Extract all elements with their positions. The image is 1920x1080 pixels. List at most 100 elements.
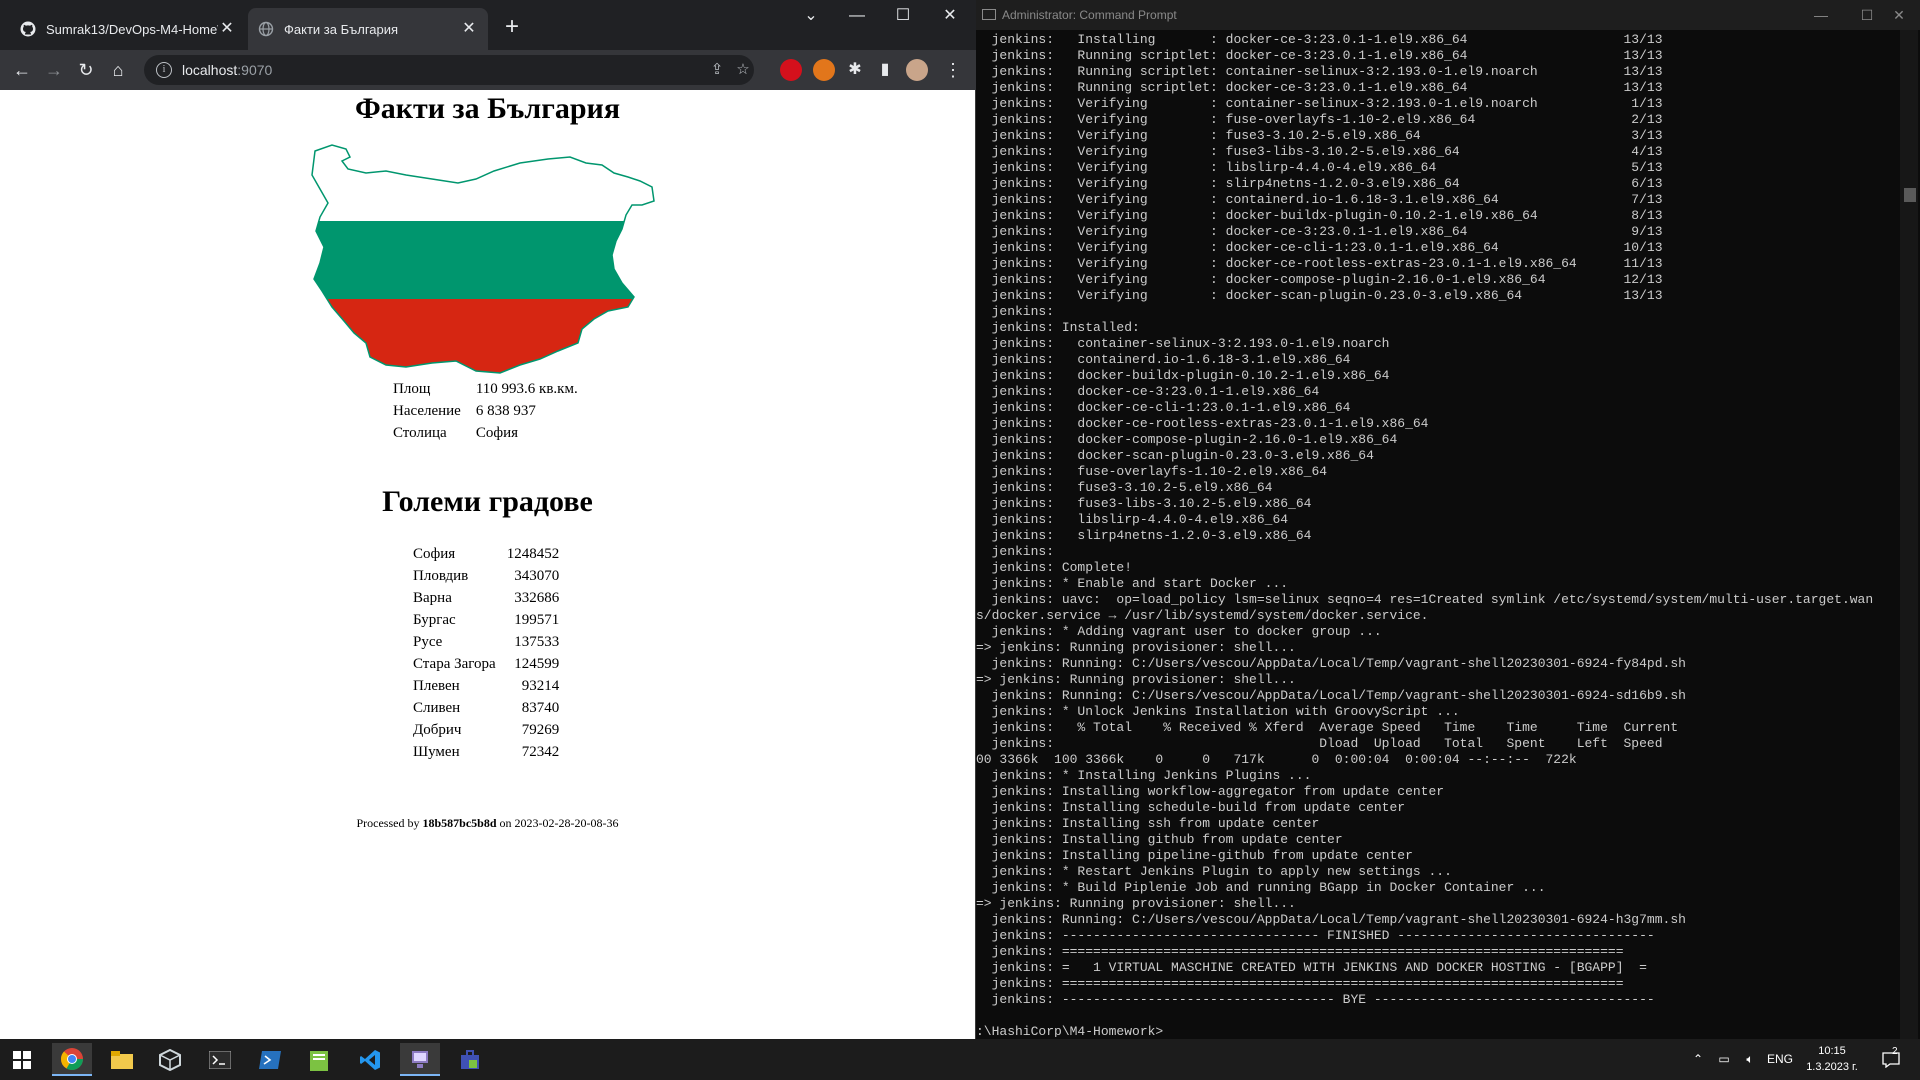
scrollbar-thumb[interactable] [1904,188,1916,202]
language-indicator[interactable]: ENG [1762,1039,1798,1080]
new-tab-button[interactable]: + [498,14,526,42]
tab-github[interactable]: Sumrak13/DevOps-M4-HomeWo ✕ [10,8,246,50]
terminal-icon [982,9,996,20]
console-output[interactable]: jenkins: Installing : docker-ce-3:23.0.1… [976,32,1896,1037]
network-app-icon[interactable] [400,1043,440,1076]
start-icon[interactable] [2,1043,42,1076]
fact-label: Столица [393,425,447,441]
console-line: jenkins: fuse3-3.10.2-5.el9.x86_64 [976,480,1273,495]
console-line: jenkins: Verifying : docker-ce-rootless-… [976,256,1663,271]
extensions-puzzle-icon[interactable]: ✱ [842,57,868,83]
extension-red-icon[interactable] [780,59,802,81]
notification-icon[interactable]: 2 [1876,1039,1906,1080]
tab-search-icon[interactable]: ⌄ [788,0,834,32]
console-line: jenkins: Running: C:/Users/vescou/AppDat… [976,912,1686,927]
table-row: Варна 332686 [410,587,562,609]
console-line: jenkins: Installed: [976,320,1140,335]
table-row: София 1248452 [410,543,562,565]
table-row: Русе 137533 [410,631,562,653]
vscode-icon[interactable] [350,1043,390,1076]
share-icon[interactable]: ⇪ [704,55,730,85]
footer-host: 18b587bc5b8d [422,816,497,830]
site-info-icon[interactable]: i [156,62,172,78]
store-app-icon[interactable] [450,1043,490,1076]
console-line: jenkins: docker-scan-plugin-0.23.0-3.el9… [976,448,1374,463]
fact-label: Площ [393,381,431,397]
console-line: jenkins: fuse-overlayfs-1.10-2.el9.x86_6… [976,464,1328,479]
console-line: jenkins: Running scriptlet: container-se… [976,64,1663,79]
city-name: Русе [413,634,443,650]
clock[interactable]: 10:15 1.3.2023 г. [1800,1043,1864,1075]
city-population: 199571 [514,612,560,628]
file-explorer-icon[interactable] [102,1043,142,1076]
minimize-button[interactable]: — [1798,0,1844,30]
network-icon[interactable]: ▭ [1712,1039,1736,1080]
maximize-button[interactable]: ☐ [880,0,926,32]
console-line: jenkins: * Unlock Jenkins Installation w… [976,704,1460,719]
console-line: jenkins: Installing schedule-build from … [976,800,1406,815]
chrome-icon[interactable] [52,1043,92,1076]
home-icon[interactable]: ⌂ [105,57,131,83]
bookmark-star-icon[interactable]: ☆ [730,55,756,85]
fact-value: София [475,425,519,441]
side-panel-icon[interactable]: ▮ [872,57,898,83]
tab-facts[interactable]: Факти за България ✕ [248,8,488,50]
console-line: jenkins: docker-buildx-plugin-0.10.2-1.e… [976,368,1390,383]
notepad-icon[interactable] [300,1043,340,1076]
back-icon[interactable]: ← [9,57,35,83]
table-row: Население 6 838 937 [390,400,581,422]
footer-prefix: Processed by [356,816,423,830]
bulgaria-flag-map [311,144,655,374]
close-window-button[interactable]: ✕ [1876,0,1920,30]
minimize-button[interactable]: — [834,0,880,32]
url-port: :9070 [237,62,273,78]
table-row: Шумен 72342 [410,741,562,763]
menu-kebab-icon[interactable]: ⋮ [940,57,966,83]
address-bar[interactable]: i localhost:9070 ⇪ ☆ [144,55,754,85]
browser-window: Sumrak13/DevOps-M4-HomeWo ✕ Факти за Бъл… [0,0,976,1039]
fact-value: 110 993.6 кв.км. [475,381,578,397]
forward-icon[interactable]: → [41,57,67,83]
metamask-icon[interactable] [813,59,835,81]
avatar[interactable] [906,59,928,81]
powershell-icon[interactable] [250,1043,290,1076]
chevron-up-icon[interactable]: ⌃ [1686,1039,1710,1080]
table-row: Пловдив 343070 [410,565,562,587]
city-population: 332686 [514,590,560,606]
fact-label: Население [393,403,461,419]
city-name: София [413,546,456,562]
console-line: jenkins: Installing github from update c… [976,832,1343,847]
console-line: jenkins: Verifying : fuse-overlayfs-1.10… [976,112,1663,127]
command-prompt-window: Administrator: Command Prompt — ☐ ✕ jenk… [976,0,1920,1039]
console-line: jenkins: container-selinux-3:2.193.0-1.e… [976,336,1390,351]
notification-count: 2 [1892,1046,1898,1057]
console-line: jenkins: Installing ssh from update cent… [976,816,1320,831]
reload-icon[interactable]: ↻ [73,57,99,83]
console-line: jenkins: Verifying : fuse3-3.10.2-5.el9.… [976,128,1663,143]
console-line: jenkins: Verifying : fuse3-libs-3.10.2-5… [976,144,1663,159]
github-icon [20,21,36,37]
processed-footer: Processed by 18b587bc5b8d on 2023-02-28-… [0,816,975,831]
close-icon[interactable]: ✕ [460,20,478,38]
console-line: jenkins: ===============================… [976,944,1624,959]
city-name: Сливен [413,700,461,716]
city-population: 93214 [521,678,560,694]
terminal-icon[interactable] [200,1043,240,1076]
console-line: jenkins: Verifying : docker-buildx-plugi… [976,208,1663,223]
console-line: jenkins: [976,544,1055,559]
city-name: Стара Загора [413,656,496,672]
console-line: jenkins: Running: C:/Users/vescou/AppDat… [976,656,1686,671]
taskbar: ⌃ ▭ 🔈︎ ENG 10:15 1.3.2023 г. 2 [0,1039,1920,1080]
console-line: jenkins: Verifying : docker-ce-3:23.0.1-… [976,224,1663,239]
close-icon[interactable]: ✕ [218,20,236,38]
volume-icon[interactable]: 🔈︎ [1738,1039,1762,1080]
web-page: Факти за България Площ 110 993.6 кв.км. Н… [0,90,975,1039]
clock-time: 10:15 [1818,1045,1846,1057]
scrollbar[interactable] [1900,30,1918,1039]
virtualbox-icon[interactable] [150,1043,190,1076]
city-name: Шумен [413,744,460,760]
cities-heading: Големи градове [382,485,593,518]
close-window-button[interactable]: ✕ [926,0,974,32]
console-line: jenkins: Running scriptlet: docker-ce-3:… [976,80,1663,95]
